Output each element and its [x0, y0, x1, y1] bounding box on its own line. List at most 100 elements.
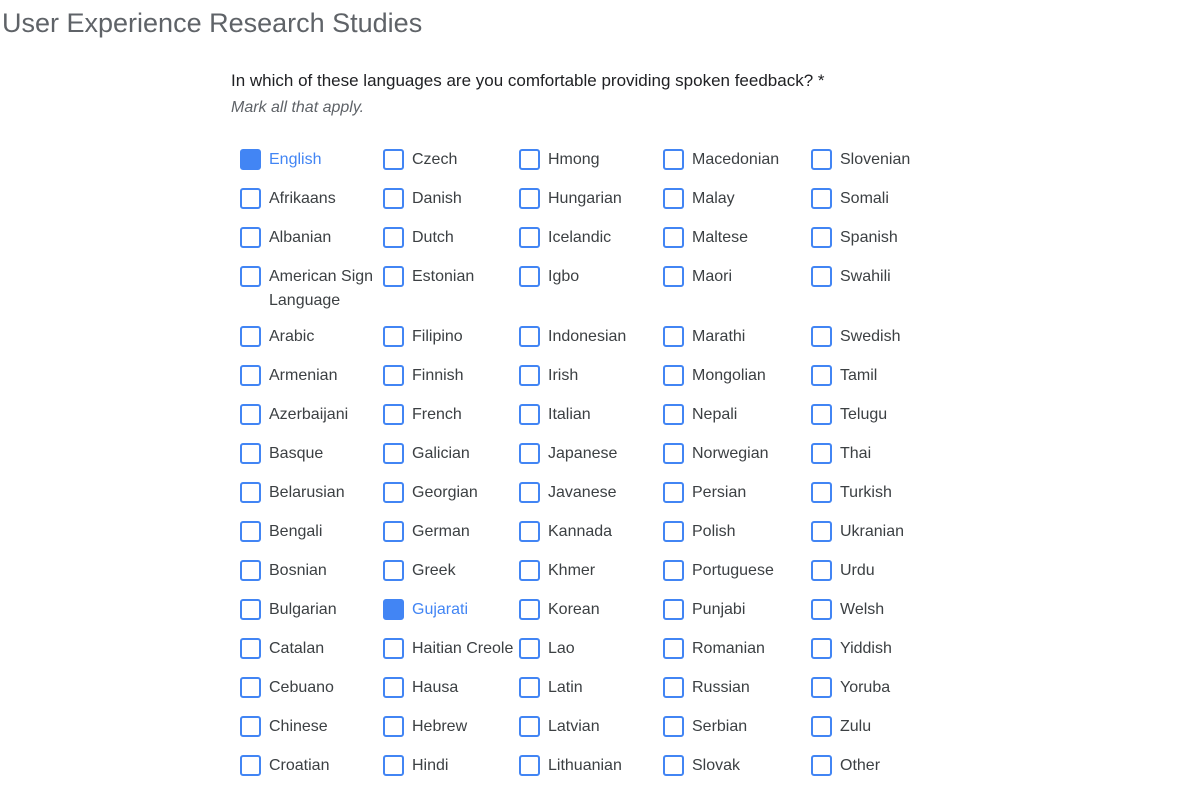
- checkbox[interactable]: [519, 755, 540, 776]
- option-arabic[interactable]: Arabic: [240, 326, 375, 349]
- checkbox[interactable]: [811, 482, 832, 503]
- option-persian[interactable]: Persian: [663, 482, 807, 505]
- option-italian[interactable]: Italian: [519, 404, 659, 427]
- checkbox[interactable]: [663, 266, 684, 287]
- checkbox[interactable]: [811, 266, 832, 287]
- checkbox[interactable]: [519, 365, 540, 386]
- option-slovenian[interactable]: Slovenian: [811, 149, 931, 172]
- checkbox[interactable]: [240, 677, 261, 698]
- checkbox[interactable]: [383, 404, 404, 425]
- option-igbo[interactable]: Igbo: [519, 266, 659, 289]
- option-hmong[interactable]: Hmong: [519, 149, 659, 172]
- checkbox[interactable]: [240, 227, 261, 248]
- option-hausa[interactable]: Hausa: [383, 677, 515, 700]
- option-american-sign-language[interactable]: American Sign Language: [240, 266, 375, 313]
- checkbox[interactable]: [519, 638, 540, 659]
- option-estonian[interactable]: Estonian: [383, 266, 515, 289]
- checkbox[interactable]: [811, 560, 832, 581]
- option-german[interactable]: German: [383, 521, 515, 544]
- checkbox[interactable]: [240, 404, 261, 425]
- option-korean[interactable]: Korean: [519, 599, 659, 622]
- option-icelandic[interactable]: Icelandic: [519, 227, 659, 250]
- checkbox[interactable]: [811, 149, 832, 170]
- checkbox[interactable]: [383, 227, 404, 248]
- checkbox[interactable]: [811, 326, 832, 347]
- option-latvian[interactable]: Latvian: [519, 716, 659, 739]
- checkbox[interactable]: [663, 521, 684, 542]
- checkbox[interactable]: [519, 443, 540, 464]
- checkbox[interactable]: [811, 443, 832, 464]
- option-maltese[interactable]: Maltese: [663, 227, 807, 250]
- checkbox[interactable]: [663, 227, 684, 248]
- checkbox[interactable]: [519, 716, 540, 737]
- checkbox[interactable]: [663, 443, 684, 464]
- checkbox[interactable]: [519, 599, 540, 620]
- checkbox[interactable]: [811, 716, 832, 737]
- option-catalan[interactable]: Catalan: [240, 638, 375, 661]
- option-hindi[interactable]: Hindi: [383, 755, 515, 778]
- checkbox[interactable]: [240, 365, 261, 386]
- checkbox[interactable]: [519, 560, 540, 581]
- checkbox[interactable]: [383, 599, 404, 620]
- checkbox[interactable]: [240, 716, 261, 737]
- option-romanian[interactable]: Romanian: [663, 638, 807, 661]
- checkbox[interactable]: [663, 716, 684, 737]
- checkbox[interactable]: [240, 638, 261, 659]
- option-turkish[interactable]: Turkish: [811, 482, 931, 505]
- option-javanese[interactable]: Javanese: [519, 482, 659, 505]
- option-kannada[interactable]: Kannada: [519, 521, 659, 544]
- checkbox[interactable]: [383, 149, 404, 170]
- option-irish[interactable]: Irish: [519, 365, 659, 388]
- checkbox[interactable]: [383, 638, 404, 659]
- option-thai[interactable]: Thai: [811, 443, 931, 466]
- option-slovak[interactable]: Slovak: [663, 755, 807, 778]
- option-danish[interactable]: Danish: [383, 188, 515, 211]
- option-welsh[interactable]: Welsh: [811, 599, 931, 622]
- checkbox[interactable]: [519, 326, 540, 347]
- option-filipino[interactable]: Filipino: [383, 326, 515, 349]
- option-albanian[interactable]: Albanian: [240, 227, 375, 250]
- option-hungarian[interactable]: Hungarian: [519, 188, 659, 211]
- option-khmer[interactable]: Khmer: [519, 560, 659, 583]
- option-serbian[interactable]: Serbian: [663, 716, 807, 739]
- option-lithuanian[interactable]: Lithuanian: [519, 755, 659, 778]
- checkbox[interactable]: [383, 677, 404, 698]
- option-gujarati[interactable]: Gujarati: [383, 599, 515, 622]
- checkbox[interactable]: [663, 482, 684, 503]
- checkbox[interactable]: [811, 188, 832, 209]
- checkbox[interactable]: [383, 521, 404, 542]
- option-japanese[interactable]: Japanese: [519, 443, 659, 466]
- checkbox[interactable]: [663, 755, 684, 776]
- option-dutch[interactable]: Dutch: [383, 227, 515, 250]
- checkbox[interactable]: [519, 227, 540, 248]
- option-finnish[interactable]: Finnish: [383, 365, 515, 388]
- checkbox[interactable]: [240, 482, 261, 503]
- option-cebuano[interactable]: Cebuano: [240, 677, 375, 700]
- checkbox[interactable]: [383, 443, 404, 464]
- option-zulu[interactable]: Zulu: [811, 716, 931, 739]
- option-polish[interactable]: Polish: [663, 521, 807, 544]
- option-swahili[interactable]: Swahili: [811, 266, 931, 289]
- checkbox[interactable]: [383, 188, 404, 209]
- option-spanish[interactable]: Spanish: [811, 227, 931, 250]
- checkbox[interactable]: [663, 404, 684, 425]
- option-nepali[interactable]: Nepali: [663, 404, 807, 427]
- option-urdu[interactable]: Urdu: [811, 560, 931, 583]
- checkbox[interactable]: [383, 716, 404, 737]
- checkbox[interactable]: [519, 521, 540, 542]
- option-swedish[interactable]: Swedish: [811, 326, 931, 349]
- checkbox[interactable]: [383, 482, 404, 503]
- checkbox[interactable]: [383, 266, 404, 287]
- option-czech[interactable]: Czech: [383, 149, 515, 172]
- checkbox[interactable]: [383, 560, 404, 581]
- checkbox[interactable]: [811, 677, 832, 698]
- checkbox[interactable]: [519, 188, 540, 209]
- checkbox[interactable]: [383, 326, 404, 347]
- option-bengali[interactable]: Bengali: [240, 521, 375, 544]
- checkbox[interactable]: [240, 521, 261, 542]
- option-lao[interactable]: Lao: [519, 638, 659, 661]
- option-english[interactable]: English: [240, 149, 375, 172]
- checkbox[interactable]: [663, 638, 684, 659]
- checkbox[interactable]: [663, 188, 684, 209]
- option-punjabi[interactable]: Punjabi: [663, 599, 807, 622]
